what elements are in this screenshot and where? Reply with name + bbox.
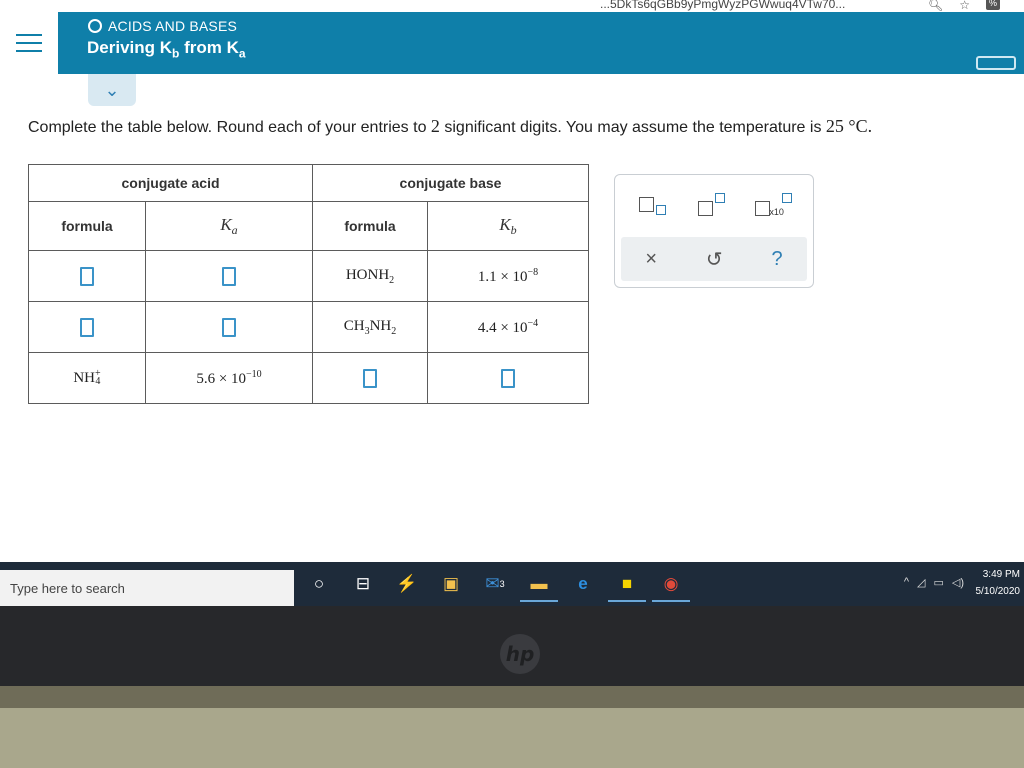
ka-cell bbox=[145, 301, 313, 353]
header-acid-formula: formula bbox=[28, 201, 146, 251]
header-conjugate-base: conjugate base bbox=[312, 164, 589, 202]
url-text[interactable]: ...5DkTs6qGBb9yPmgWyzPGWwuq4VTw70... bbox=[600, 0, 845, 11]
main-content: ⌄ Complete the table below. Round each o… bbox=[0, 74, 1024, 562]
laptop-deck bbox=[0, 686, 1024, 768]
task-view-icon[interactable]: ⊟ bbox=[344, 568, 382, 600]
chevron-down-icon[interactable]: ⌄ bbox=[88, 74, 136, 106]
hp-logo: hp bbox=[500, 634, 540, 674]
system-tray: ^ ◿ ▭ ◁) bbox=[904, 576, 964, 589]
base-formula-input[interactable] bbox=[363, 368, 377, 388]
acid-formula-cell: NH +4 bbox=[28, 352, 146, 404]
chevron-up-icon[interactable]: ^ bbox=[904, 576, 909, 589]
header-kb: Kb bbox=[427, 201, 589, 251]
kb-cell: 1.1 × 10−8 bbox=[427, 250, 589, 302]
base-formula-cell: HONH2 bbox=[312, 250, 428, 302]
sticky-notes-icon[interactable]: ■ bbox=[608, 568, 646, 602]
page-title: Deriving Kb from Ka bbox=[87, 38, 246, 61]
base-formula-cell: CH3NH2 bbox=[312, 301, 428, 353]
store-icon[interactable]: ▣ bbox=[432, 568, 470, 600]
magnifier-icon[interactable]: 🔍︎ bbox=[928, 0, 943, 12]
palette-actions: × ↺ ? bbox=[621, 237, 807, 281]
volume-icon[interactable]: ◁) bbox=[952, 576, 964, 589]
taskbar-clock[interactable]: 3:49 PM 5/10/2020 bbox=[976, 566, 1021, 600]
superscript-template-icon[interactable] bbox=[696, 193, 732, 217]
star-icon[interactable]: ☆ bbox=[959, 0, 970, 12]
topic-status-icon bbox=[88, 19, 102, 33]
table-row: NH +4 5.6 × 10−10 bbox=[28, 352, 589, 404]
browser-address-strip: ...5DkTs6qGBb9yPmgWyzPGWwuq4VTw70... 🔍︎ … bbox=[0, 0, 1024, 12]
kb-cell bbox=[427, 352, 589, 404]
extension-icon[interactable]: % bbox=[986, 0, 1000, 10]
topic-label: ACIDS AND BASES bbox=[108, 18, 238, 34]
taskbar-icons: ○ ⊟ ⚡ ▣ ✉ 3 ▬ e ■ ◉ bbox=[300, 568, 690, 602]
edge-icon[interactable]: e bbox=[564, 568, 602, 600]
header-conjugate-acid: conjugate acid bbox=[28, 164, 313, 202]
kb-cell: 4.4 × 10−4 bbox=[427, 301, 589, 353]
acid-formula-cell bbox=[28, 301, 146, 353]
topic-row: ACIDS AND BASES bbox=[88, 18, 237, 34]
taskbar-search-input[interactable]: Type here to search bbox=[0, 570, 294, 606]
header-ka: Ka bbox=[145, 201, 313, 251]
header-base-formula: formula bbox=[312, 201, 428, 251]
file-explorer-icon[interactable]: ▬ bbox=[520, 568, 558, 602]
cortana-icon[interactable]: ○ bbox=[300, 568, 338, 600]
subscript-template-icon[interactable] bbox=[637, 193, 673, 217]
table-row: HONH2 1.1 × 10−8 bbox=[28, 250, 589, 302]
battery-icon[interactable]: ▭ bbox=[933, 576, 943, 589]
conjugate-table: conjugate acid conjugate base formula Ka… bbox=[28, 164, 589, 404]
math-palette: x10 × ↺ ? bbox=[614, 174, 814, 288]
palette-templates: x10 bbox=[615, 175, 813, 235]
windows-taskbar: Type here to search ○ ⊟ ⚡ ▣ ✉ 3 ▬ e ■ ◉ ^… bbox=[0, 562, 1024, 606]
scientific-notation-icon[interactable]: x10 bbox=[755, 193, 793, 217]
app-header: ACIDS AND BASES Deriving Kb from Ka bbox=[0, 12, 1024, 74]
clear-icon[interactable]: × bbox=[645, 248, 657, 271]
base-formula-cell bbox=[312, 352, 428, 404]
ka-input[interactable] bbox=[222, 266, 236, 286]
chrome-icon[interactable]: ◉ bbox=[652, 568, 690, 602]
acid-formula-cell bbox=[28, 250, 146, 302]
laptop-bezel: hp bbox=[0, 606, 1024, 686]
acid-formula-input[interactable] bbox=[80, 317, 94, 337]
ka-cell bbox=[145, 250, 313, 302]
network-icon[interactable]: ◿ bbox=[917, 576, 925, 589]
ka-input[interactable] bbox=[222, 317, 236, 337]
help-icon[interactable]: ? bbox=[771, 248, 782, 271]
kb-input[interactable] bbox=[501, 368, 515, 388]
ka-cell: 5.6 × 10−10 bbox=[145, 352, 313, 404]
instructions: Complete the table below. Round each of … bbox=[28, 116, 873, 136]
browser-toolbar-icons: 🔍︎ ☆ % bbox=[928, 0, 1000, 12]
acid-formula-input[interactable] bbox=[80, 266, 94, 286]
hamburger-icon[interactable] bbox=[0, 12, 58, 74]
mail-icon[interactable]: ✉ 3 bbox=[476, 568, 514, 600]
undo-icon[interactable]: ↺ bbox=[706, 247, 723, 272]
lightning-app-icon[interactable]: ⚡ bbox=[388, 568, 426, 600]
table-row: CH3NH2 4.4 × 10−4 bbox=[28, 301, 589, 353]
header-toggle-icon[interactable] bbox=[976, 56, 1016, 70]
